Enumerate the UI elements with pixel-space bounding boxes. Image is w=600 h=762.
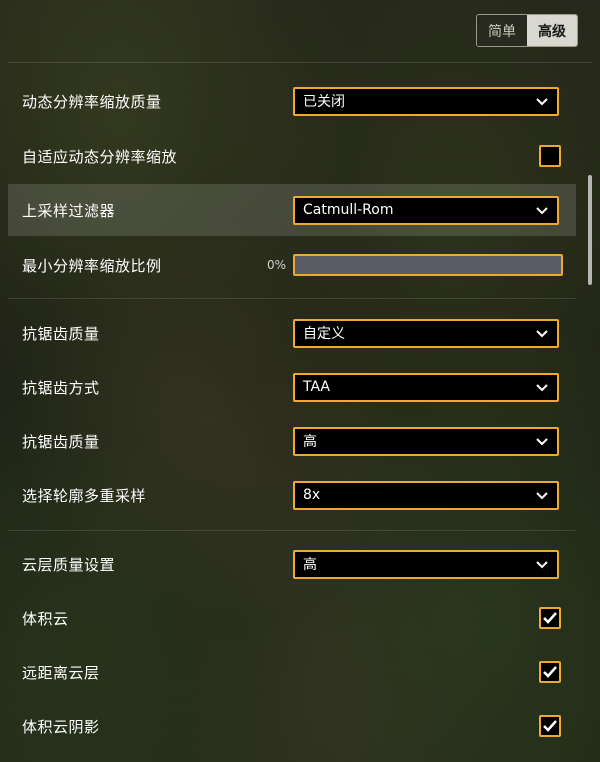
section-divider <box>8 298 576 299</box>
setting-row-aa-quality-level: 抗锯齿质量 高 <box>8 415 576 467</box>
dynamic-res-quality-dropdown[interactable]: 已关闭 <box>293 86 559 116</box>
simple-mode-button[interactable]: 简单 <box>477 15 527 46</box>
dropdown-value: 自定义 <box>303 326 345 342</box>
setting-label: 最小分辨率缩放比例 <box>22 256 162 275</box>
adaptive-dynamic-res-checkbox[interactable] <box>539 145 561 167</box>
setting-label: 选择轮廓多重采样 <box>22 486 147 505</box>
dropdown-value: 已关闭 <box>303 94 345 110</box>
volumetric-cloud-shadows-checkbox[interactable] <box>539 715 561 737</box>
chevron-down-icon <box>536 206 548 214</box>
setting-row-aa-method: 抗锯齿方式 TAA <box>8 361 576 413</box>
setting-row-aa-quality: 抗锯齿质量 自定义 <box>8 307 576 359</box>
setting-row-upsample-filter: 上采样过滤器 Catmull-Rom <box>8 184 576 236</box>
checkmark-icon <box>543 666 557 678</box>
chevron-down-icon <box>536 437 548 445</box>
setting-row-volumetric-clouds: 体积云 <box>8 592 576 644</box>
setting-row-dynamic-res-quality: 动态分辨率缩放质量 已关闭 <box>8 75 576 127</box>
aa-quality-level-dropdown[interactable]: 高 <box>293 426 559 456</box>
chevron-down-icon <box>536 329 548 337</box>
upsample-filter-dropdown[interactable]: Catmull-Rom <box>293 195 559 225</box>
dropdown-value: 8x <box>303 487 321 503</box>
chevron-down-icon <box>536 491 548 499</box>
setting-row-min-res-scale: 最小分辨率缩放比例 0% <box>8 239 576 291</box>
setting-label: 上采样过滤器 <box>22 201 116 220</box>
chevron-down-icon <box>536 383 548 391</box>
setting-label: 自适应动态分辨率缩放 <box>22 147 178 166</box>
setting-label: 抗锯齿方式 <box>22 378 100 397</box>
setting-label: 抗锯齿质量 <box>22 324 100 343</box>
dropdown-value: Catmull-Rom <box>303 202 394 218</box>
setting-row-distant-clouds: 远距离云层 <box>8 646 576 698</box>
aa-method-dropdown[interactable]: TAA <box>293 372 559 402</box>
setting-label: 远距离云层 <box>22 663 100 682</box>
dropdown-value: 高 <box>303 434 317 450</box>
chevron-down-icon <box>536 560 548 568</box>
slider-value: 0% <box>266 258 286 272</box>
setting-label: 体积云 <box>22 609 69 628</box>
checkmark-icon <box>543 612 557 624</box>
setting-row-cloud-quality: 云层质量设置 高 <box>8 538 576 590</box>
setting-label: 云层质量设置 <box>22 555 116 574</box>
setting-label: 动态分辨率缩放质量 <box>22 92 162 111</box>
chevron-down-icon <box>536 97 548 105</box>
mode-switch: 简单 高级 <box>476 14 578 47</box>
section-divider <box>8 530 576 531</box>
volumetric-clouds-checkbox[interactable] <box>539 607 561 629</box>
header-divider <box>8 62 592 63</box>
setting-label: 抗锯齿质量 <box>22 432 100 451</box>
setting-row-outline-msaa: 选择轮廓多重采样 8x <box>8 469 576 521</box>
cloud-quality-dropdown[interactable]: 高 <box>293 549 559 579</box>
distant-clouds-checkbox[interactable] <box>539 661 561 683</box>
setting-row-volumetric-cloud-shadows: 体积云阴影 <box>8 700 576 752</box>
setting-label: 体积云阴影 <box>22 717 100 736</box>
min-res-scale-slider[interactable] <box>293 254 563 276</box>
checkmark-icon <box>543 720 557 732</box>
setting-row-adaptive-dynamic-res: 自适应动态分辨率缩放 <box>8 130 576 182</box>
scrollbar-thumb[interactable] <box>588 175 592 285</box>
advanced-mode-button[interactable]: 高级 <box>527 15 577 46</box>
dropdown-value: TAA <box>303 379 331 395</box>
aa-quality-dropdown[interactable]: 自定义 <box>293 318 559 348</box>
dropdown-value: 高 <box>303 557 317 573</box>
outline-msaa-dropdown[interactable]: 8x <box>293 480 559 510</box>
